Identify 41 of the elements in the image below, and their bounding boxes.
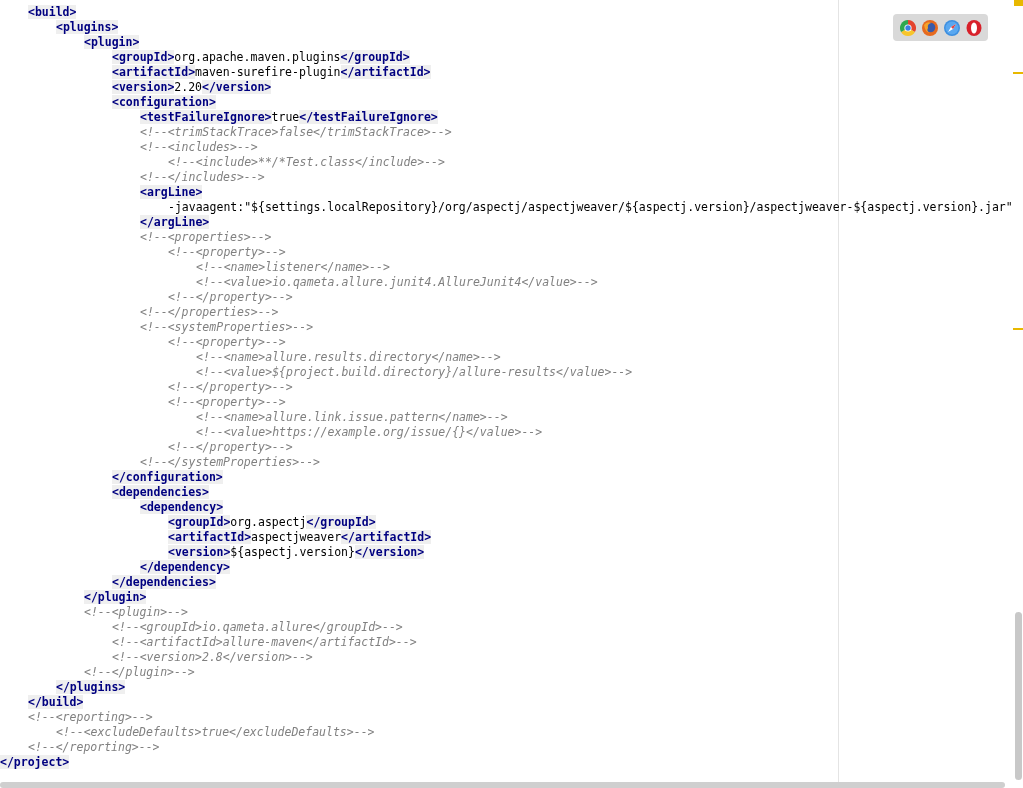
code-line: <!--<artifactId>allure-maven</artifactId>--> [112,635,417,650]
code-line: <!--<groupId>io.qameta.allure</groupId>--> [112,620,403,635]
code-line: <version>2.20</version> [112,80,272,95]
code-line: <!--<reporting>--> [28,710,153,725]
code-line: <artifactId>aspectjweaver</artifactId> [168,530,432,545]
browser-icon[interactable] [921,19,938,36]
scrollbar-thumb[interactable] [1015,612,1022,780]
code-line: <!--<plugin>--> [84,605,188,620]
code-line: <!--</plugin>--> [84,665,195,680]
code-line: <testFailureIgnore>true</testFailureIgnore> [140,110,438,125]
browser-icon[interactable] [965,19,982,36]
browser-icon[interactable] [943,19,960,36]
code-line: <!--<property>--> [168,395,286,410]
code-line: <groupId>org.aspectj</groupId> [168,515,376,530]
code-line: <!--<name>listener</name>--> [196,260,390,275]
code-line: <version>${aspectj.version}</version> [168,545,425,560]
browser-icon[interactable] [899,19,916,36]
code-line: <!--<value>${project.build.directory}/allure-results</value>--> [196,365,633,380]
code-line: <!--</reporting>--> [28,740,160,755]
code-line: <!--</includes>--> [140,170,265,185]
code-line: <!--<properties>--> [140,230,272,245]
code-line: <groupId>org.apache.maven.plugins</groupId> [112,50,410,65]
code-line: <!--<trimStackTrace>false</trimStackTrace>--> [140,125,452,140]
code-line: <!--</properties>--> [140,305,279,320]
code-line: <!--<name>allure.results.directory</name>--> [196,350,501,365]
code-line: <artifactId>maven-surefire-plugin</artifactId> [112,65,431,80]
code-line: <!--<property>--> [168,245,286,260]
code-line: <!--</property>--> [168,380,293,395]
code-line: <!--<version>2.8</version>--> [112,650,313,665]
code-line: <!--<name>allure.link.issue.pattern</name>--> [196,410,508,425]
code-line: <!--</systemProperties>--> [140,455,320,470]
code-line: -javaagent:"${settings.localRepository}/org/aspectj/aspectjweaver/${aspectj.version}/aspectjweaver-${aspectj.version}.jar" [168,200,1013,215]
code-line: <!--<include>**/*Test.class</include>--> [168,155,445,170]
code-line: <!--<includes>--> [140,140,258,155]
code-line: <!--<excludeDefaults>true</excludeDefaults>--> [56,725,375,740]
code-line: <!--<value>https://example.org/issue/{}</value>--> [196,425,543,440]
code-line: <!--</property>--> [168,290,293,305]
code-line: <!--<property>--> [168,335,286,350]
code-line: <!--<value>io.qameta.allure.junit4.AllureJunit4</value>--> [196,275,598,290]
code-line: <!--<systemProperties>--> [140,320,314,335]
code-line: <!--</property>--> [168,440,293,455]
